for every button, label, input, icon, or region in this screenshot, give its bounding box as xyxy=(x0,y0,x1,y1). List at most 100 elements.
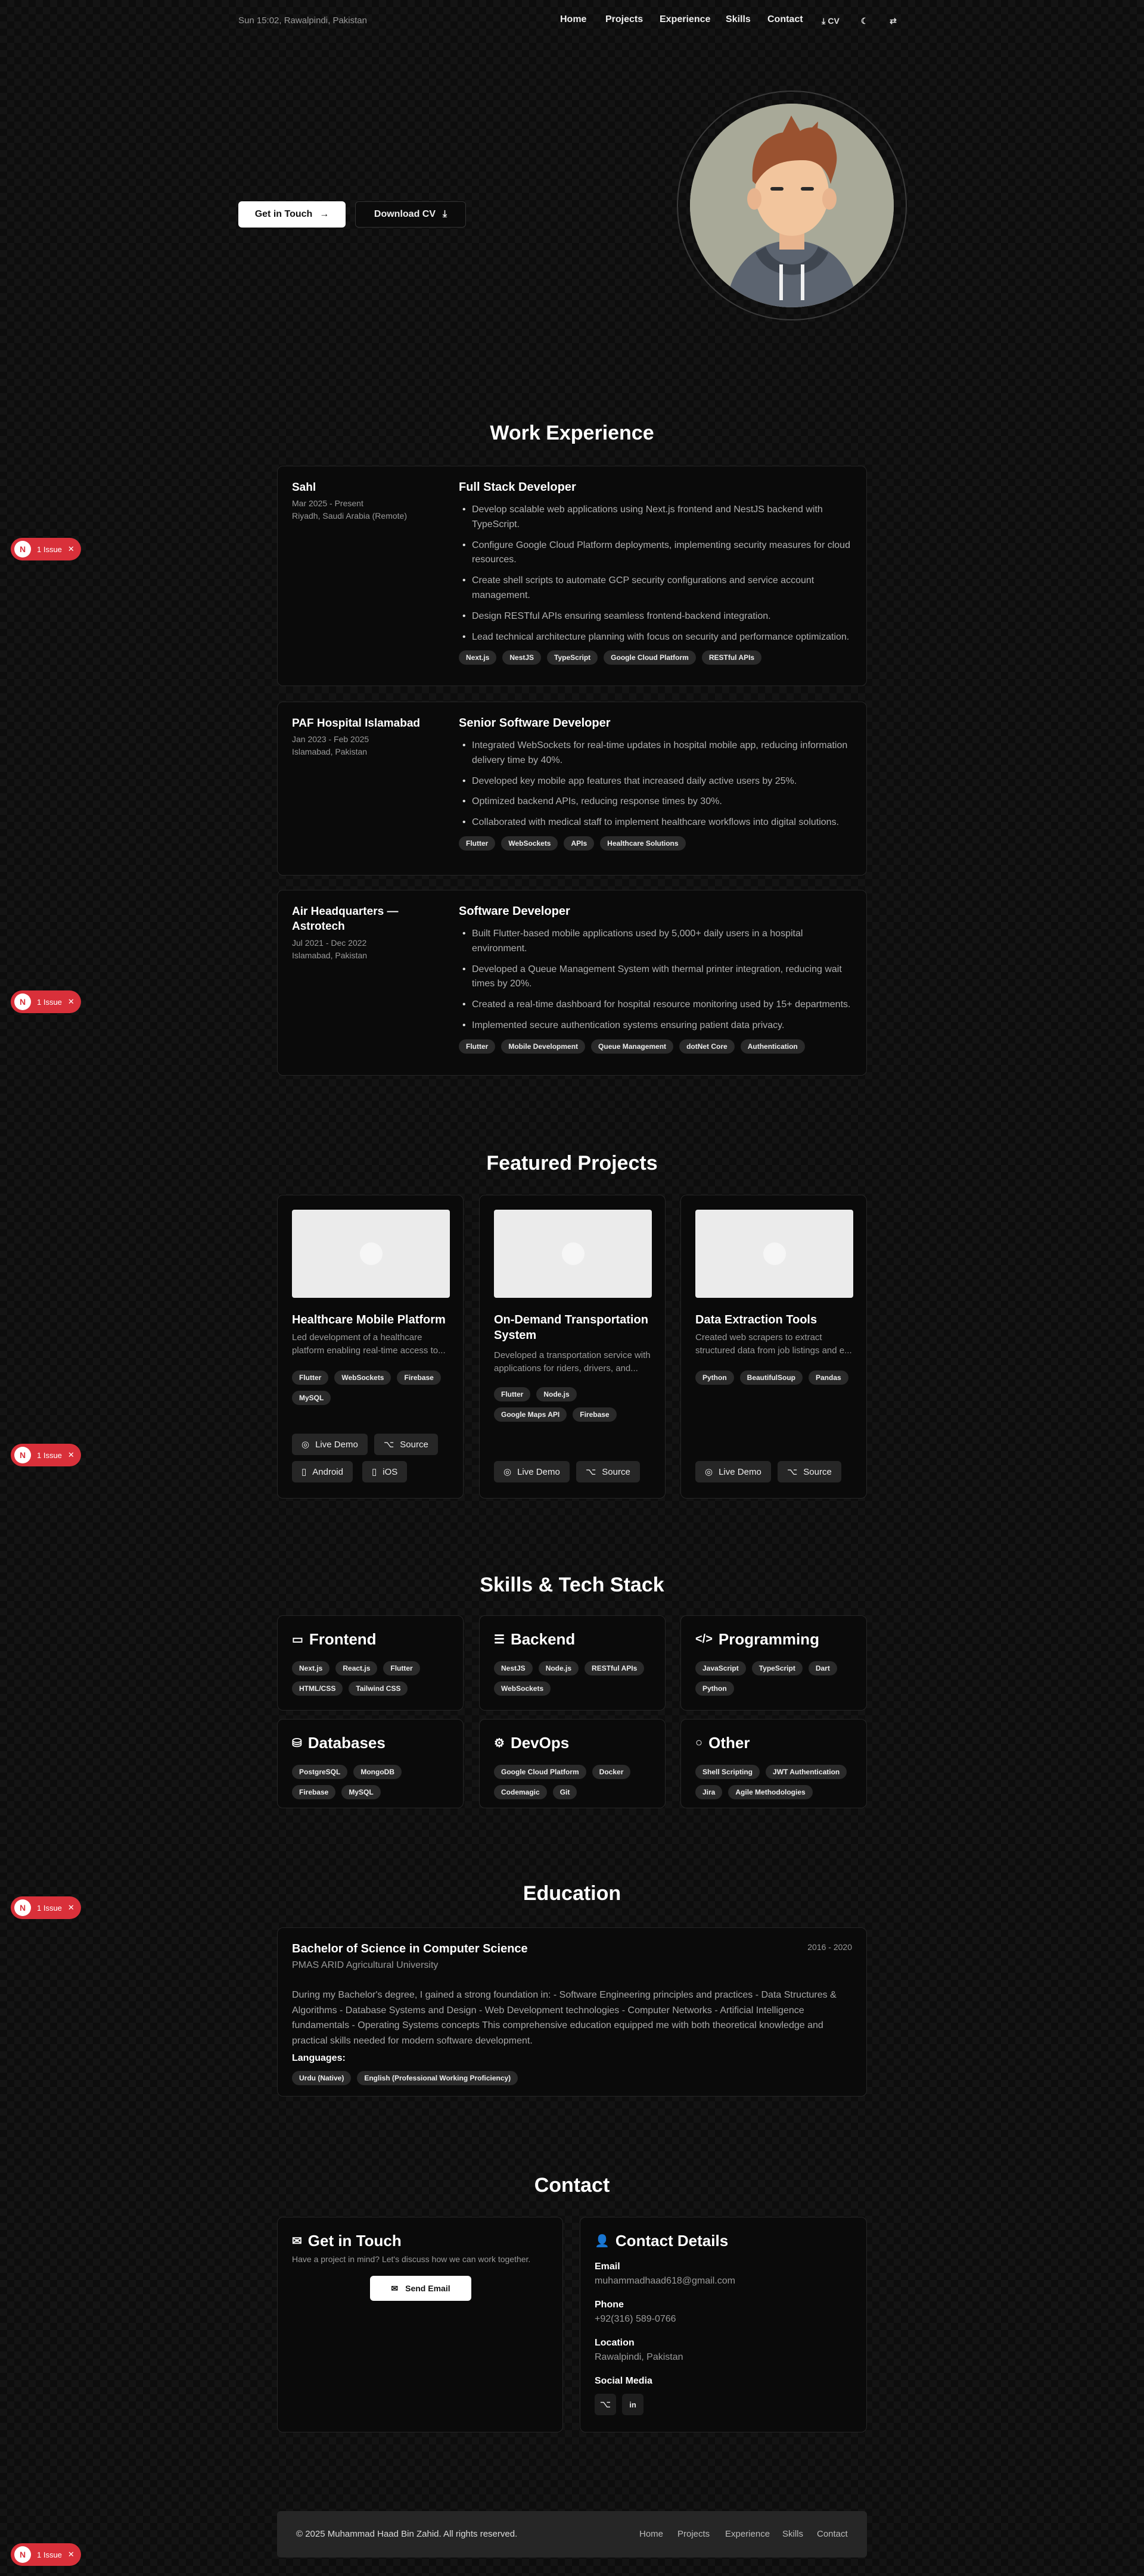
globe-icon: ◎ xyxy=(705,1467,713,1477)
close-icon[interactable]: ✕ xyxy=(68,1450,74,1460)
tag: Google Cloud Platform xyxy=(604,650,696,665)
nav-contact[interactable]: Contact xyxy=(767,14,803,25)
live-demo-button[interactable]: ◎ Live Demo xyxy=(292,1434,368,1455)
get-in-touch-card: ✉ Get in Touch Have a project in mind? Le… xyxy=(277,2217,563,2432)
download-cv-button[interactable]: Download CV ⤓ xyxy=(355,201,466,228)
issue-badge[interactable]: N 1 Issue ✕ xyxy=(11,1444,81,1466)
get-in-touch-button[interactable]: Get in Touch → xyxy=(238,201,346,228)
source-button[interactable]: ⌥ Source xyxy=(576,1461,640,1482)
tag: Next.js xyxy=(292,1661,330,1675)
bullet-item: Collaborated with medical staff to imple… xyxy=(459,815,855,830)
tag: Google Cloud Platform xyxy=(494,1765,586,1779)
globe-icon: ◎ xyxy=(503,1467,512,1477)
email-value[interactable]: muhammadhaad618@gmail.com xyxy=(595,2276,735,2287)
tag: JavaScript xyxy=(695,1661,746,1675)
mail-icon: ✉ xyxy=(292,2235,302,2248)
close-icon[interactable]: ✕ xyxy=(68,544,74,554)
experience-dates: Jul 2021 - Dec 2022 Islamabad, Pakistan xyxy=(292,937,435,962)
footer-link-contact[interactable]: Contact xyxy=(817,2529,848,2539)
phone-value[interactable]: +92(316) 589-0766 xyxy=(595,2314,676,2325)
download-cv-nav-button[interactable]: ⤓ CV xyxy=(816,11,845,31)
tag: Agile Methodologies xyxy=(728,1785,813,1799)
footer-link-experience[interactable]: Experience xyxy=(725,2529,770,2539)
nav-home[interactable]: Home xyxy=(560,14,586,25)
issue-badge[interactable]: N 1 Issue ✕ xyxy=(11,990,81,1013)
tag: MongoDB xyxy=(353,1765,402,1779)
image-placeholder-icon xyxy=(360,1242,383,1265)
bullet-item: Developed a Queue Management System with… xyxy=(459,963,855,992)
nav-skills[interactable]: Skills xyxy=(726,14,751,25)
tag: Dart xyxy=(808,1661,837,1675)
issue-badge[interactable]: N 1 Issue ✕ xyxy=(11,2543,81,2566)
live-demo-button[interactable]: ◎ Live Demo xyxy=(695,1461,771,1482)
download-icon: ⤓ xyxy=(822,15,826,26)
experience-details: Full Stack Developer Develop scalable we… xyxy=(459,481,855,665)
live-demo-button[interactable]: ◎ Live Demo xyxy=(494,1461,570,1482)
close-icon[interactable]: ✕ xyxy=(68,997,74,1007)
issue-label: 1 Issue xyxy=(37,1903,62,1912)
bullet-item: Implemented secure authentication system… xyxy=(459,1018,855,1033)
tag: Tailwind CSS xyxy=(349,1681,408,1696)
source-button[interactable]: ⌥ Source xyxy=(374,1434,438,1455)
languages-label: Languages: xyxy=(292,2053,346,2063)
skill-card: ☰ Backend NestJS Node.js RESTful APIs Web… xyxy=(479,1615,666,1711)
android-button[interactable]: ▯ Android xyxy=(292,1461,353,1482)
project-description: Led development of a healthcare platform… xyxy=(292,1332,446,1356)
close-icon[interactable]: ✕ xyxy=(68,2550,74,2559)
issue-label: 1 Issue xyxy=(37,997,62,1007)
email-label: Email xyxy=(595,2262,620,2272)
skill-card: ⚙ DevOps Google Cloud Platform Docker Cod… xyxy=(479,1719,666,1808)
tag: Flutter xyxy=(459,1039,496,1054)
nav-projects[interactable]: Projects xyxy=(605,14,643,25)
button-label: Source xyxy=(602,1466,630,1477)
button-label: Android xyxy=(312,1466,343,1477)
role-title: Senior Software Developer xyxy=(459,717,611,730)
tag: Firebase xyxy=(397,1370,441,1385)
footer-link-home[interactable]: Home xyxy=(639,2529,663,2539)
skill-tags: Google Cloud Platform Docker Codemagic G… xyxy=(494,1765,652,1799)
moon-icon: ☾ xyxy=(860,15,869,26)
github-link[interactable]: ⌥ xyxy=(595,2394,616,2415)
footer-link-skills[interactable]: Skills xyxy=(782,2529,803,2539)
heading-text: Get in Touch xyxy=(307,2232,402,2250)
source-button[interactable]: ⌥ Source xyxy=(778,1461,841,1482)
skill-group-title: </> Programming xyxy=(695,1630,819,1649)
close-icon[interactable]: ✕ xyxy=(68,1903,74,1912)
settings-toggle-button[interactable]: ⇄ xyxy=(883,11,903,31)
bullet-item: Configure Google Cloud Platform deployme… xyxy=(459,538,855,568)
github-icon: ⌥ xyxy=(599,2400,611,2410)
nav-experience[interactable]: Experience xyxy=(660,14,710,25)
project-image xyxy=(494,1210,652,1298)
issue-label: 1 Issue xyxy=(37,2550,62,2559)
nextjs-logo-icon: N xyxy=(14,541,31,557)
degree-title: Bachelor of Science in Computer Science xyxy=(292,1942,528,1955)
location: Islamabad, Pakistan xyxy=(292,951,368,960)
phone-icon: ▯ xyxy=(301,1467,307,1477)
phone-label: Phone xyxy=(595,2300,624,2310)
projects-title: Featured Projects xyxy=(486,1152,658,1175)
tag: WebSockets xyxy=(334,1370,391,1385)
footer-link-projects[interactable]: Projects xyxy=(677,2529,710,2539)
tag: Node.js xyxy=(538,1661,579,1675)
tag: Git xyxy=(552,1785,577,1799)
ios-button[interactable]: ▯ iOS xyxy=(362,1461,408,1482)
tag: RESTful APIs xyxy=(701,650,762,665)
company-name: PAF Hospital Islamabad xyxy=(292,717,421,730)
issue-badge[interactable]: N 1 Issue ✕ xyxy=(11,538,81,560)
user-icon: 👤 xyxy=(595,2235,610,2248)
linkedin-link[interactable]: in xyxy=(622,2394,644,2415)
theme-toggle-button[interactable]: ☾ xyxy=(854,11,875,31)
nextjs-logo-icon: N xyxy=(14,993,31,1010)
issue-label: 1 Issue xyxy=(37,544,62,554)
tech-tags: Flutter WebSockets Firebase MySQL xyxy=(292,1370,450,1405)
project-description: Created web scrapers to extract structur… xyxy=(695,1332,852,1356)
send-email-button[interactable]: ✉ Send Email xyxy=(370,2276,471,2301)
issue-badge[interactable]: N 1 Issue ✕ xyxy=(11,1896,81,1919)
tag: APIs xyxy=(564,836,595,851)
tech-tags: Python BeautifulSoup Pandas xyxy=(695,1370,853,1385)
location: Islamabad, Pakistan xyxy=(292,747,368,756)
bullet-item: Create shell scripts to automate GCP sec… xyxy=(459,574,855,603)
skill-card: ○ Other Shell Scripting JWT Authenticatio… xyxy=(680,1719,867,1808)
skill-group-title: ⚙ DevOps xyxy=(494,1734,569,1752)
tag: HTML/CSS xyxy=(292,1681,343,1696)
